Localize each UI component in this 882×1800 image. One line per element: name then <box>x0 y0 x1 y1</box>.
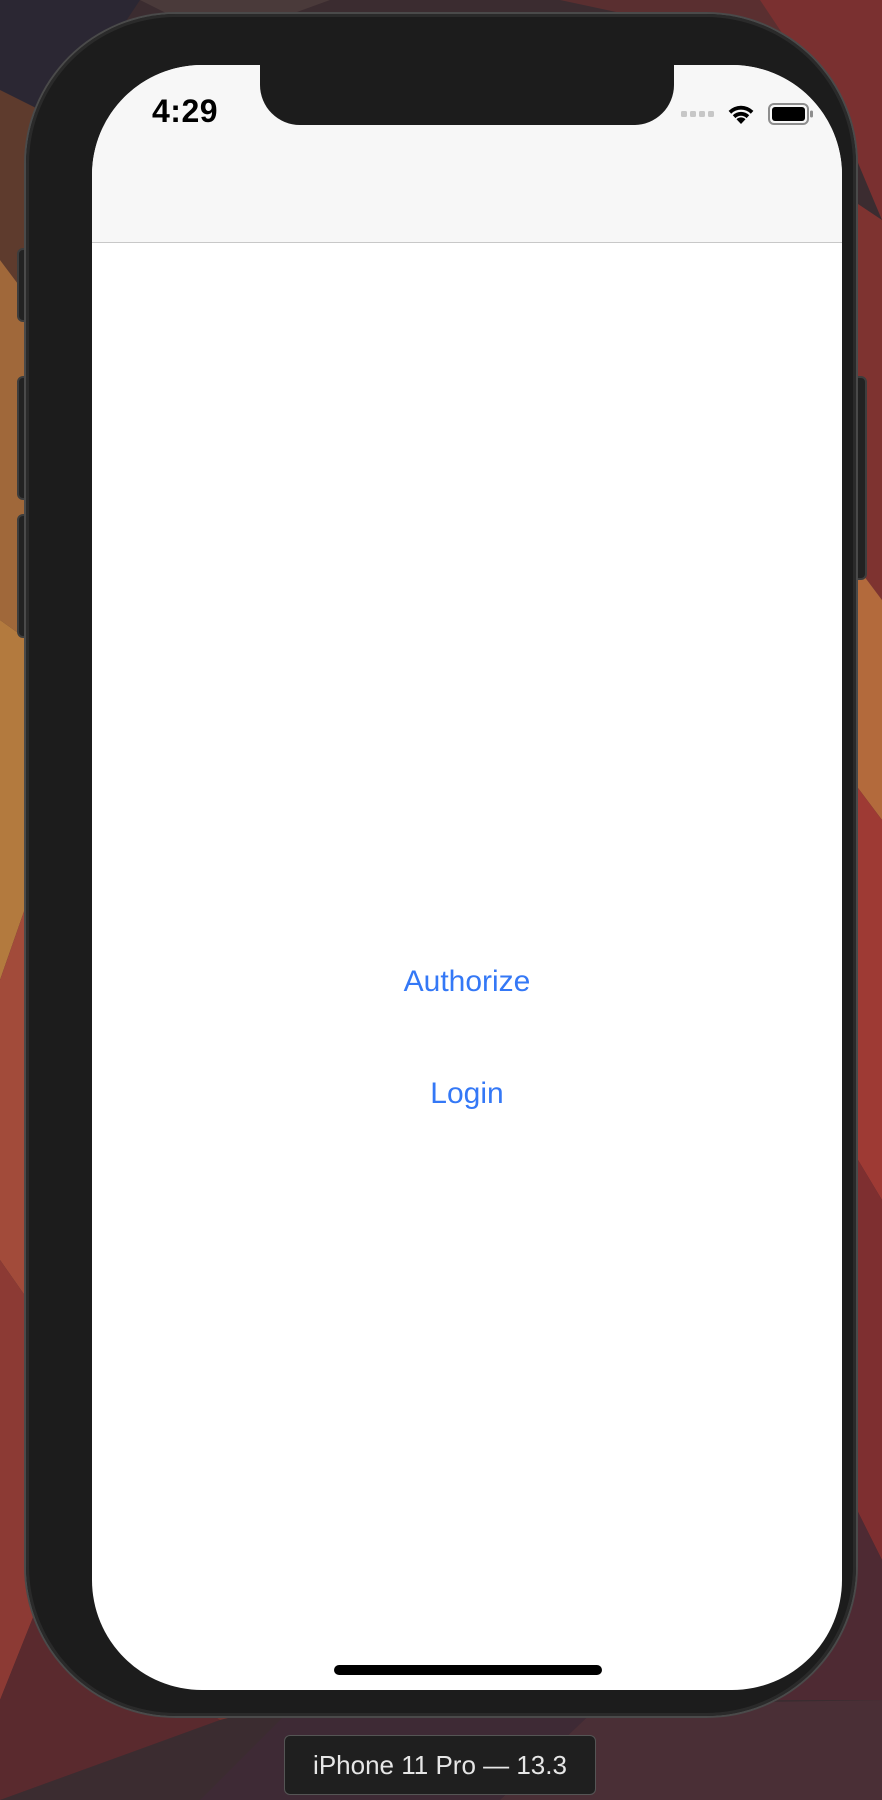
iphone-device-frame: 4:29 Authorize Login <box>26 14 856 1716</box>
cellular-signal-icon <box>681 111 714 117</box>
wifi-icon <box>726 102 756 126</box>
status-bar-time: 4:29 <box>152 93 219 129</box>
navigation-bar: 4:29 <box>92 65 842 243</box>
notch <box>260 65 674 125</box>
main-content: Authorize Login <box>92 243 842 1690</box>
status-bar-indicators <box>681 99 814 129</box>
device-screen: 4:29 Authorize Login <box>92 65 842 1690</box>
login-button[interactable]: Login <box>92 1077 842 1111</box>
authorize-button[interactable]: Authorize <box>92 965 842 999</box>
battery-icon <box>768 102 814 126</box>
home-indicator[interactable] <box>334 1665 602 1675</box>
simulator-device-label: iPhone 11 Pro — 13.3 <box>284 1735 596 1795</box>
